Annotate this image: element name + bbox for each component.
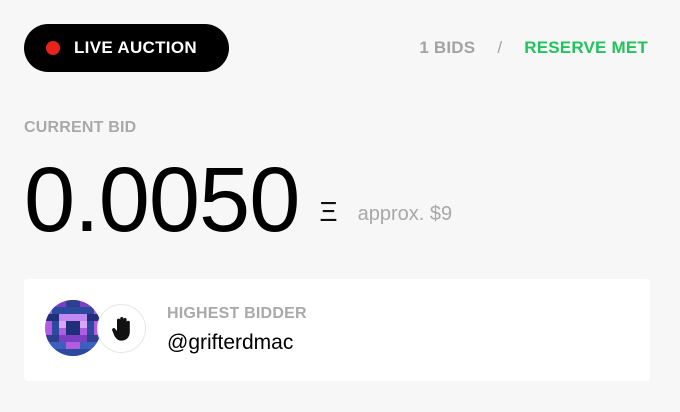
live-auction-label: LIVE AUCTION [74, 38, 197, 57]
pixel-avatar-icon [45, 300, 101, 356]
raised-hand-icon [111, 316, 130, 341]
bid-status-bar: 1 BIDS / RESERVE MET [419, 38, 648, 58]
current-bid-label: CURRENT BID [24, 119, 137, 136]
status-separator: / [497, 38, 503, 57]
highest-bidder-handle[interactable]: @grifterdmac [167, 331, 293, 355]
raised-hand-badge [97, 304, 146, 353]
approx-usd-value: approx. $9 [357, 203, 453, 225]
eth-currency-icon: Ξ [319, 196, 338, 227]
current-bid-amount-row: 0.0050 Ξ approx. $9 [24, 148, 452, 246]
live-indicator-dot [46, 41, 60, 55]
highest-bidder-label: HIGHEST BIDDER [167, 305, 307, 322]
bidder-avatar[interactable] [45, 300, 101, 356]
bids-count[interactable]: 1 BIDS [419, 38, 475, 58]
live-auction-badge: LIVE AUCTION [24, 24, 229, 72]
reserve-status: RESERVE MET [524, 38, 648, 57]
current-bid-amount: 0.0050 [24, 149, 300, 251]
highest-bidder-card[interactable]: HIGHEST BIDDER @grifterdmac [24, 279, 650, 381]
